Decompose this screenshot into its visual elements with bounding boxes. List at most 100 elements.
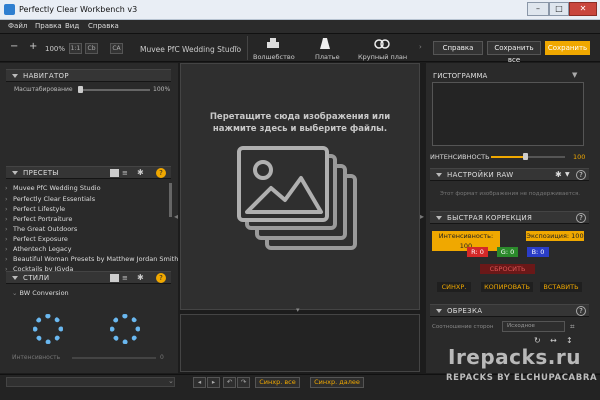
flip-horizontal-icon[interactable]: ↔ — [550, 336, 557, 345]
presets-header[interactable]: ПРЕСЕТЫ ≡ ✱ ? — [6, 166, 171, 179]
raw-settings-header[interactable]: НАСТРОЙКИ RAW ✱ ▼ ? — [430, 168, 589, 181]
compare-button[interactable]: Cb — [85, 43, 98, 54]
crop-icon[interactable]: ⌗ — [570, 322, 575, 332]
preset-item[interactable]: Perfect Portraiture — [5, 215, 72, 223]
save-button[interactable]: Сохранить — [545, 41, 590, 55]
qc-copy-button[interactable]: КОПИРОВАТЬ — [481, 282, 533, 292]
crop-header[interactable]: ОБРЕЗКА ? — [430, 304, 589, 317]
intensity-label: ИНТЕНСИВНОСТЬ — [430, 153, 490, 161]
loading-spinner-icon — [110, 314, 140, 344]
chevron-right-icon[interactable]: › — [419, 43, 422, 51]
zoom-in-button[interactable]: + — [29, 41, 37, 52]
scale-slider[interactable] — [78, 89, 150, 91]
save-all-button[interactable]: Сохранить все — [487, 41, 541, 64]
preset-item[interactable]: Athentech Legacy — [5, 245, 72, 253]
mode-closeup[interactable]: Крупный план — [358, 53, 407, 61]
preset-item[interactable]: The Great Outdoors — [5, 225, 77, 233]
app-icon — [4, 4, 15, 15]
style-item[interactable]: ⌄ BW Conversion — [12, 289, 69, 297]
menu-bar: Файл Правка Вид Справка — [0, 20, 600, 34]
menu-edit[interactable]: Правка — [35, 22, 62, 30]
grid-view-icon[interactable] — [110, 169, 119, 177]
rings-icon — [374, 39, 390, 49]
collapse-icon — [436, 309, 442, 313]
gear-icon[interactable]: ✱ — [555, 170, 562, 179]
histogram — [432, 82, 584, 146]
preset-item[interactable]: Perfectly Clear Essentials — [5, 195, 95, 203]
qc-green-button[interactable]: G: 0 — [497, 247, 518, 257]
styles-header[interactable]: СТИЛИ ≡ ✱ ? — [6, 271, 171, 284]
prev-image-icon[interactable]: ◂ — [193, 377, 206, 388]
navigator-header[interactable]: НАВИГАТОР — [6, 69, 171, 82]
help-icon[interactable]: ? — [576, 306, 586, 316]
preset-item[interactable]: Perfect Lifestyle — [5, 205, 65, 213]
zoom-out-button[interactable]: − — [10, 41, 18, 52]
divider — [247, 36, 248, 60]
preset-item[interactable]: Perfect Exposure — [5, 235, 68, 243]
redo-icon[interactable]: ↷ — [237, 377, 250, 388]
chevron-down-icon: ⌄ — [12, 289, 20, 297]
zoom-1to1-button[interactable]: 1:1 — [69, 43, 82, 54]
ca-button[interactable]: CA — [110, 43, 123, 54]
zoom-level: 100% — [45, 45, 66, 53]
menu-file[interactable]: Файл — [8, 22, 27, 30]
mode-magic[interactable]: Волшебство — [253, 53, 295, 61]
current-preset-name[interactable]: Muvee PfC Wedding Studio — [140, 45, 241, 54]
qc-paste-button[interactable]: ВСТАВИТЬ — [540, 282, 582, 292]
style-intensity-slider[interactable] — [72, 357, 156, 359]
qc-blue-button[interactable]: B: 0 — [527, 247, 549, 257]
close-button[interactable]: ✕ — [569, 2, 597, 16]
help-icon[interactable]: ? — [156, 273, 166, 283]
collapse-icon — [12, 276, 18, 280]
scale-slider-handle[interactable] — [78, 86, 83, 93]
presets-scrollbar[interactable] — [169, 183, 172, 217]
raw-unsupported-message: Этот формат изображения не поддерживаетс… — [440, 191, 581, 197]
chevron-down-icon[interactable]: ⌄ — [232, 41, 240, 51]
preset-item[interactable]: Beautiful Woman Presets by Matthew Jorda… — [5, 255, 178, 263]
sync-all-button[interactable]: Синхр. все — [255, 377, 300, 388]
collapse-right-panel-icon[interactable]: ▸ — [420, 212, 424, 221]
qc-exposure-button[interactable]: Экспозиция: 100 — [526, 231, 584, 241]
undo-icon[interactable]: ↶ — [223, 377, 236, 388]
qc-red-button[interactable]: R: 0 — [467, 247, 488, 257]
qc-sync-button[interactable]: СИНХР. — [437, 282, 471, 292]
intensity-slider-handle[interactable] — [523, 153, 528, 160]
help-icon[interactable]: ? — [576, 170, 586, 180]
drop-instructions: Перетащите сюда изображения или нажмите … — [209, 112, 391, 134]
list-view-icon[interactable]: ≡ — [122, 274, 128, 282]
help-icon[interactable]: ? — [156, 168, 166, 178]
maximize-button[interactable]: □ — [549, 2, 569, 16]
help-button[interactable]: Справка — [433, 41, 483, 55]
collapse-icon — [12, 74, 18, 78]
collapse-icon[interactable]: ▼ — [572, 71, 577, 79]
loading-spinner-icon — [33, 314, 63, 344]
gear-icon[interactable]: ✱ — [137, 273, 144, 282]
list-view-icon[interactable]: ≡ — [122, 169, 128, 177]
chevron-down-icon[interactable]: ▼ — [565, 171, 570, 178]
rotate-icon[interactable]: ↻ — [534, 336, 541, 345]
style-intensity-label: Интенсивность — [12, 354, 61, 361]
menu-view[interactable]: Вид — [65, 22, 79, 30]
collapse-left-panel-icon[interactable]: ◂ — [174, 212, 178, 221]
window-title: Perfectly Clear Workbench v3 — [19, 5, 138, 14]
chevron-down-icon[interactable]: ⌄ — [168, 377, 174, 385]
collapse-filmstrip-icon[interactable]: ▾ — [296, 306, 300, 314]
sync-next-button[interactable]: Синхр. далее — [310, 377, 364, 388]
watermark-title: Irepacks.ru — [448, 345, 581, 369]
collapse-icon — [436, 173, 442, 177]
grid-view-icon[interactable] — [110, 274, 119, 282]
dress-icon — [320, 38, 330, 49]
help-icon[interactable]: ? — [576, 213, 586, 223]
filmstrip[interactable] — [180, 314, 420, 372]
next-image-icon[interactable]: ▸ — [207, 377, 220, 388]
minimize-button[interactable]: – — [527, 2, 549, 16]
menu-help[interactable]: Справка — [88, 22, 119, 30]
gear-icon[interactable]: ✱ — [137, 168, 144, 177]
qc-intensity-button[interactable]: Интенсивность: 100 — [432, 231, 500, 251]
qc-reset-button[interactable]: СБРОСИТЬ — [480, 264, 535, 274]
preset-item[interactable]: Muvee PfC Wedding Studio — [5, 184, 101, 192]
mode-dress[interactable]: Платье — [315, 53, 340, 61]
crop-ratio-select[interactable]: Исходное — [502, 321, 565, 332]
flip-vertical-icon[interactable]: ↕ — [566, 336, 573, 345]
quick-correction-header[interactable]: БЫСТРАЯ КОРРЕКЦИЯ ? — [430, 211, 589, 224]
